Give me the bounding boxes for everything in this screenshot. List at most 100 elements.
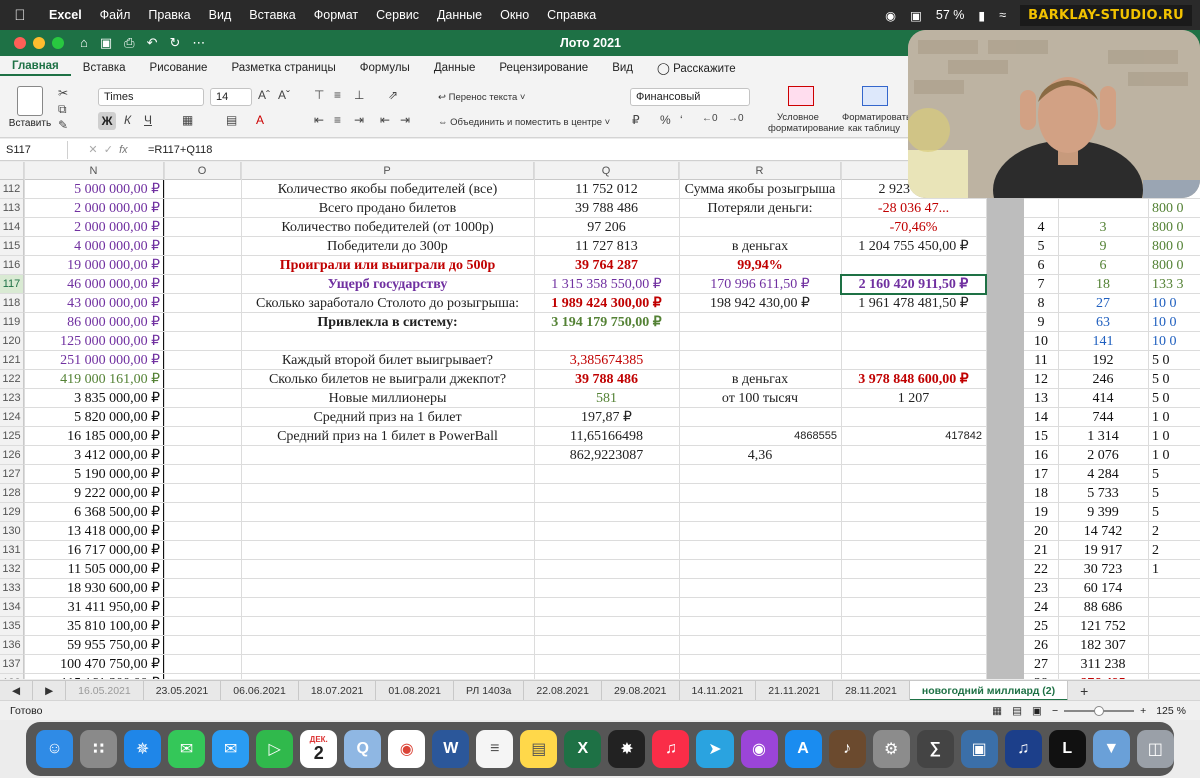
side-cell[interactable]: 10	[1024, 332, 1058, 351]
align-left-icon[interactable]: ⇤	[314, 113, 324, 127]
minimize-window-button[interactable]	[33, 37, 45, 49]
mail-icon[interactable]: ✉	[212, 730, 250, 768]
formula-input[interactable]: =R117+Q118	[148, 144, 212, 156]
tab-tell-me[interactable]: ◯ Расскажите	[645, 61, 748, 75]
add-sheet-icon[interactable]: +	[1068, 681, 1100, 701]
col-header-n[interactable]: N	[24, 162, 164, 180]
side-cell[interactable]: 246	[1058, 370, 1148, 389]
cell-r-112[interactable]: Сумма якобы розыгрыша	[679, 180, 841, 199]
side-cell[interactable]: 30 723	[1058, 560, 1148, 579]
messages-icon[interactable]: ✉	[168, 730, 206, 768]
cell-n-113[interactable]: 2 000 000,00 ₽	[24, 199, 164, 218]
col-header-q[interactable]: Q	[534, 162, 679, 180]
indent-increase-icon[interactable]: ⇥	[400, 113, 410, 127]
telegram-icon[interactable]: ➤	[696, 730, 734, 768]
cell-q-113[interactable]: 39 788 486	[534, 199, 679, 218]
battery-icon[interactable]: ▮	[978, 8, 985, 23]
side-cell[interactable]: 182 307	[1058, 636, 1148, 655]
menu-app-name[interactable]: Excel	[40, 8, 91, 22]
side-cell[interactable]: 88 686	[1058, 598, 1148, 617]
cell-n-116[interactable]: 19 000 000,00 ₽	[24, 256, 164, 275]
side-cell[interactable]: 141	[1058, 332, 1148, 351]
row-header[interactable]: 121	[0, 351, 24, 370]
row-header[interactable]: 135	[0, 617, 24, 636]
tab-formulas[interactable]: Формулы	[348, 62, 422, 74]
cell-n-126[interactable]: 3 412 000,00 ₽	[24, 446, 164, 465]
side-cell[interactable]: 6	[1058, 256, 1148, 275]
cell-n-114[interactable]: 2 000 000,00 ₽	[24, 218, 164, 237]
row-header[interactable]: 133	[0, 579, 24, 598]
cell-p-115[interactable]: Победители до 300р	[241, 237, 534, 256]
sheet-nav-prev-icon[interactable]: ◀	[0, 680, 34, 701]
side-cell[interactable]: 10 0	[1148, 332, 1200, 351]
row-header[interactable]: 116	[0, 256, 24, 275]
system-preferences-icon[interactable]: ⚙	[872, 730, 910, 768]
row-header[interactable]: 125	[0, 427, 24, 446]
cell-q-126[interactable]: 862,9223087	[534, 446, 679, 465]
cancel-icon[interactable]: ✕	[88, 144, 97, 156]
cell-n-112[interactable]: 5 000 000,00 ₽	[24, 180, 164, 199]
side-cell[interactable]: 744	[1058, 408, 1148, 427]
launchpad-icon[interactable]: ∷	[80, 730, 118, 768]
podcasts-icon[interactable]: ◉	[740, 730, 778, 768]
side-cell[interactable]: 1 0	[1148, 427, 1200, 446]
calendar-icon[interactable]: ДЕК. 2	[300, 730, 338, 768]
borders-icon[interactable]: ▦	[182, 113, 193, 127]
side-cell[interactable]: 16	[1024, 446, 1058, 465]
row-header[interactable]: 115	[0, 237, 24, 256]
cell-q-118[interactable]: 1 989 424 300,00 ₽	[534, 294, 679, 313]
app-store-icon[interactable]: A	[784, 730, 822, 768]
page-break-icon[interactable]: ▣	[1032, 705, 1042, 717]
cell-q-122[interactable]: 39 788 486	[534, 370, 679, 389]
cell-r-116[interactable]: 99,94%	[679, 256, 841, 275]
side-cell[interactable]: 800 0	[1148, 218, 1200, 237]
underline-button[interactable]: Ч	[144, 113, 152, 127]
increase-font-icon[interactable]: Aˆ	[258, 88, 270, 102]
side-cell[interactable]: 1	[1148, 560, 1200, 579]
side-cell[interactable]: 22	[1024, 560, 1058, 579]
cell-n-131[interactable]: 16 717 000,00 ₽	[24, 541, 164, 560]
side-cell[interactable]: 19 917	[1058, 541, 1148, 560]
cell-n-130[interactable]: 13 418 000,00 ₽	[24, 522, 164, 541]
undo-icon[interactable]: ↶	[147, 35, 158, 51]
bold-button[interactable]: Ж	[98, 112, 116, 130]
excel-icon[interactable]: X	[564, 730, 602, 768]
side-cell[interactable]: 9 399	[1058, 503, 1148, 522]
zoom-out-icon[interactable]: −	[1052, 705, 1058, 717]
side-cell[interactable]: 5	[1024, 237, 1058, 256]
increase-decimal-icon[interactable]: ←0	[702, 113, 718, 124]
side-cell[interactable]: 26	[1024, 636, 1058, 655]
cell-n-129[interactable]: 6 368 500,00 ₽	[24, 503, 164, 522]
cell-p-117[interactable]: Ущерб государству	[241, 275, 534, 294]
side-cell[interactable]: 4 284	[1058, 465, 1148, 484]
cell-n-118[interactable]: 43 000 000,00 ₽	[24, 294, 164, 313]
cell-r-126[interactable]: 4,36	[679, 446, 841, 465]
tab-view[interactable]: Вид	[600, 62, 645, 74]
side-cell[interactable]: 11	[1024, 351, 1058, 370]
record-icon[interactable]: ◉	[885, 8, 896, 23]
quicktime-icon[interactable]: Q	[344, 730, 382, 768]
cell-q-115[interactable]: 11 727 813	[534, 237, 679, 256]
italic-button[interactable]: К	[124, 113, 131, 127]
cell-s-123[interactable]: 1 207	[841, 389, 986, 408]
side-cell[interactable]: 18	[1058, 275, 1148, 294]
side-cell[interactable]: 19	[1024, 503, 1058, 522]
cell-p-122[interactable]: Сколько билетов не выиграли джекпот?	[241, 370, 534, 389]
side-cell[interactable]: 15	[1024, 427, 1058, 446]
cell-n-123[interactable]: 3 835 000,00 ₽	[24, 389, 164, 408]
side-cell[interactable]: 5	[1148, 465, 1200, 484]
align-top-icon[interactable]: ⊤	[314, 88, 324, 102]
side-cell[interactable]: 10 0	[1148, 313, 1200, 332]
tab-draw[interactable]: Рисование	[138, 62, 220, 74]
cell-s-118[interactable]: 1 961 478 481,50 ₽	[841, 294, 986, 313]
sheet-tab[interactable]: 18.07.2021	[299, 680, 377, 701]
row-header[interactable]: 113	[0, 199, 24, 218]
side-cell[interactable]: 14	[1024, 408, 1058, 427]
side-cell[interactable]: 9	[1058, 237, 1148, 256]
tab-data[interactable]: Данные	[422, 62, 488, 74]
side-cell[interactable]: 24	[1024, 598, 1058, 617]
side-cell[interactable]: 876 495	[1058, 674, 1148, 679]
side-cell[interactable]: 25	[1024, 617, 1058, 636]
font-name-select[interactable]: Times	[98, 88, 204, 106]
print-icon[interactable]: ⎙	[124, 35, 134, 51]
